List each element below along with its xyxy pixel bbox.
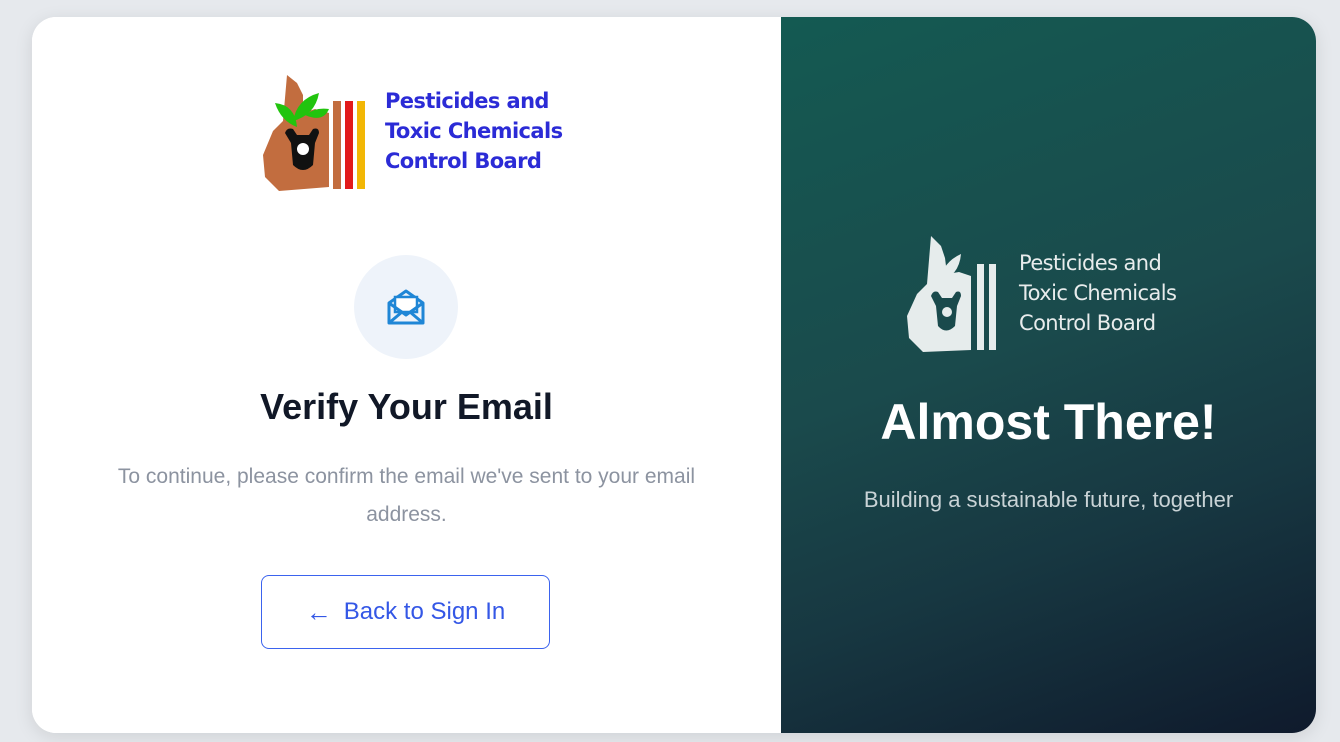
brand-name-light: Pesticides and Toxic Chemicals Control B… [1019,248,1177,338]
brand-name-line: Control Board [1019,311,1156,335]
verify-panel: Pesticides and Toxic Chemicals Control B… [32,17,781,733]
brand-name-line: Toxic Chemicals [1019,281,1177,305]
verify-email-card: Pesticides and Toxic Chemicals Control B… [32,17,1316,733]
promo-title: Almost There! [880,394,1217,450]
brand-logo-light: Pesticides and Toxic Chemicals Control B… [901,232,1177,354]
verify-message: To continue, please confirm the email we… [117,465,696,526]
back-to-sign-in-label: Back to Sign In [343,598,506,625]
brand-name: Pesticides and Toxic Chemicals Control B… [385,86,563,176]
brand-emblem-icon [263,75,365,191]
envelope-open-icon [387,289,425,325]
promo-panel: Pesticides and Toxic Chemicals Control B… [781,17,1316,733]
brand-name-line: Control Board [385,149,542,173]
page-title: Verify Your Email [260,386,553,427]
promo-subtitle: Building a sustainable future, together [863,487,1234,512]
brand-name-line: Toxic Chemicals [385,119,563,143]
back-to-sign-in-button[interactable]: ← Back to Sign In [261,575,550,649]
arrow-left-icon: ← [305,596,332,627]
brand-emblem-light-icon [907,236,996,352]
brand-logo: Pesticides and Toxic Chemicals Control B… [257,69,563,193]
email-icon-badge [354,255,458,359]
brand-name-line: Pesticides and [1019,251,1162,275]
brand-name-line: Pesticides and [385,89,549,113]
